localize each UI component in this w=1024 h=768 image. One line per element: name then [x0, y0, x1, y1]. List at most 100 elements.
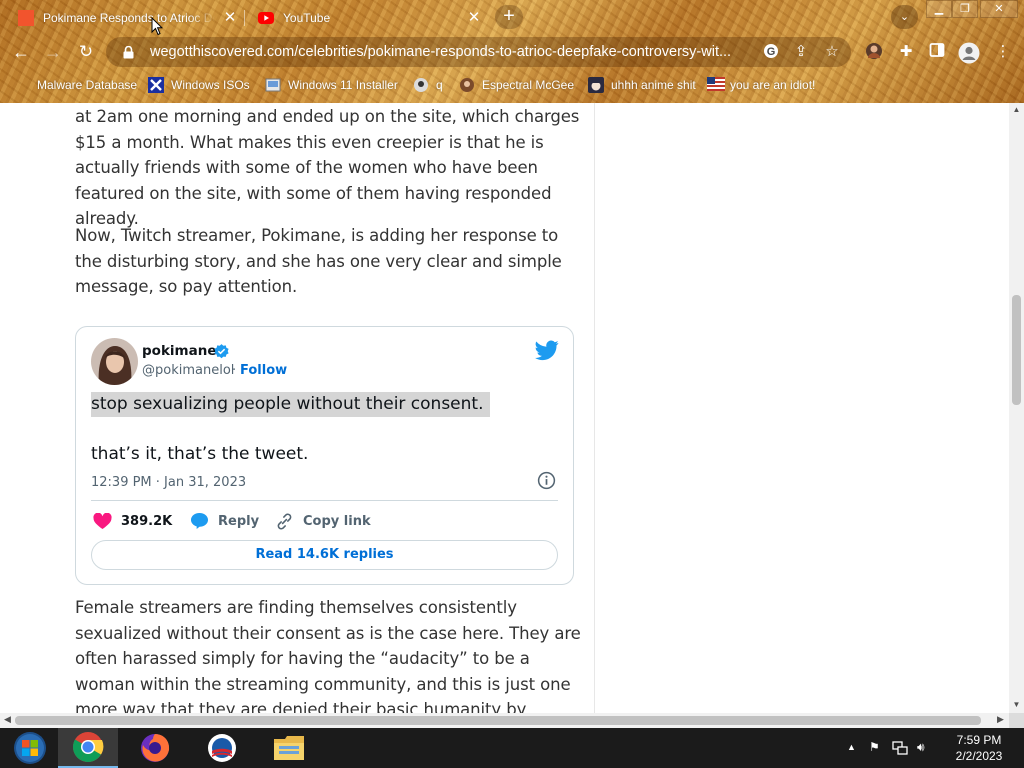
copy-link-label: Copy link: [303, 513, 371, 529]
bookmark-star-icon[interactable]: ☆: [823, 43, 841, 61]
volume-icon[interactable]: 🔊︎: [917, 740, 925, 755]
restore-button[interactable]: ❐: [952, 0, 978, 18]
x-logo-icon: [148, 77, 164, 93]
scroll-right-icon[interactable]: ▶: [997, 714, 1004, 725]
chrome-icon: [72, 732, 104, 763]
extension-avatar-icon[interactable]: [864, 42, 884, 62]
tab-pokimane-article[interactable]: Pokimane Responds to Atrioc Deepf ✕: [0, 4, 244, 32]
bookmark-item[interactable]: you are an idiot!: [707, 75, 815, 95]
bookmark-item[interactable]: Windows 11 Installer: [265, 75, 398, 95]
taskbar-file-explorer[interactable]: [259, 728, 319, 768]
flame-icon: [14, 77, 30, 93]
obama-logo-icon: [208, 734, 236, 762]
installer-icon: [265, 77, 281, 93]
bookmark-label: you are an idiot!: [730, 78, 816, 92]
info-icon[interactable]: [537, 471, 556, 490]
bookmark-item[interactable]: Espectral McGee: [459, 75, 574, 95]
reload-icon[interactable]: ↻: [73, 39, 99, 65]
scroll-down-icon[interactable]: ▼: [1012, 700, 1021, 709]
site-favicon-icon: [18, 10, 34, 26]
flag-icon: [707, 77, 725, 93]
column-divider: [594, 103, 595, 713]
article-paragraph: Now, Twitch streamer, Pokimane, is addin…: [75, 226, 562, 296]
vertical-scrollbar[interactable]: ▲ ▼: [1009, 103, 1024, 713]
tab-title: Pokimane Responds to Atrioc Deepf: [43, 11, 215, 25]
tweet-text-highlighted: stop sexualizing people without their co…: [91, 392, 490, 417]
bookmark-label: uhhh anime shit: [611, 78, 696, 92]
copy-link-button[interactable]: Copy link: [275, 510, 371, 532]
like-count: 389.2K: [121, 513, 173, 529]
tab-search-chevron-icon[interactable]: ⌄: [891, 5, 918, 29]
scroll-left-icon[interactable]: ◀: [4, 714, 11, 725]
tweet-text-line: stop sexualizing people without their co…: [91, 392, 490, 417]
taskbar: ▲ ⚑ 🔊︎ 7:59 PM 2/2/2023: [0, 728, 1024, 768]
google-lens-icon[interactable]: G: [762, 43, 780, 61]
taskbar-chrome[interactable]: [58, 728, 118, 768]
extensions-puzzle-icon[interactable]: ✚: [896, 42, 916, 62]
bookmark-label: q: [436, 78, 443, 92]
back-arrow-icon[interactable]: ←: [8, 39, 34, 65]
tweet-timestamp[interactable]: 12:39 PM · Jan 31, 2023: [91, 475, 246, 490]
system-clock[interactable]: 7:59 PM 2/2/2023: [944, 732, 1014, 764]
bookmark-label: Espectral McGee: [482, 78, 575, 92]
bookmark-label: Malware Database: [37, 78, 138, 92]
network-icon[interactable]: [892, 741, 909, 756]
tweet-author-name[interactable]: pokimane: [142, 343, 217, 359]
article-paragraph: at 2am one morning and ended up on the s…: [75, 107, 580, 228]
taskbar-firefox[interactable]: [125, 728, 185, 768]
clock-time: 7:59 PM: [956, 733, 1002, 747]
scrollbar-thumb[interactable]: [1012, 295, 1021, 405]
bookmark-item[interactable]: q: [413, 75, 443, 95]
share-icon[interactable]: ⇪: [792, 43, 810, 61]
address-bar[interactable]: G ⇪ ☆: [106, 37, 851, 67]
page-viewport: at 2am one morning and ended up on the s…: [0, 103, 1024, 713]
new-tab-button[interactable]: +: [495, 5, 523, 29]
tab-youtube[interactable]: YouTube ✕: [240, 4, 488, 32]
bookmark-label: Windows ISOs: [171, 78, 250, 92]
url-input[interactable]: [150, 44, 760, 60]
close-tab-icon[interactable]: ✕: [466, 10, 482, 26]
reply-bubble-icon: [190, 512, 209, 530]
start-orb-icon: [14, 732, 46, 764]
bookmark-item[interactable]: Windows ISOs: [148, 75, 250, 95]
bookmark-label: Windows 11 Installer: [288, 78, 398, 92]
scrollbar-thumb[interactable]: [15, 716, 981, 725]
profile-icon[interactable]: [958, 42, 980, 64]
article-paragraph: Female streamers are finding themselves …: [75, 598, 581, 713]
action-center-flag-icon[interactable]: ⚑: [869, 740, 880, 754]
horizontal-scrollbar[interactable]: ◀ ▶: [0, 713, 1009, 728]
reply-label: Reply: [218, 513, 260, 529]
youtube-icon: [258, 12, 274, 24]
twitter-bird-icon[interactable]: [535, 340, 559, 361]
tweet-actions: 389.2K Reply Copy link: [91, 510, 558, 532]
file-explorer-icon: [274, 736, 304, 760]
divider: [91, 500, 558, 501]
scrollbar-corner: [1009, 713, 1024, 728]
lock-icon[interactable]: [118, 42, 138, 62]
bookmark-item[interactable]: Malware Database: [14, 75, 137, 95]
close-tab-icon[interactable]: ✕: [222, 10, 238, 26]
toolbar: ← → ↻ G ⇪ ☆ ✚ ⋮: [0, 34, 1024, 70]
mouse-cursor-icon: [151, 17, 163, 36]
like-button[interactable]: 389.2K: [93, 510, 172, 532]
forward-arrow-icon[interactable]: →: [40, 39, 66, 65]
close-window-button[interactable]: ✕: [980, 0, 1018, 18]
tab-title: YouTube: [283, 11, 331, 25]
more-menu-icon[interactable]: ⋮: [993, 42, 1013, 62]
bookmark-item[interactable]: uhhh anime shit: [588, 75, 696, 95]
taskbar-obama-app[interactable]: [192, 728, 252, 768]
character-icon: [459, 77, 475, 93]
avatar[interactable]: [91, 338, 138, 385]
tweet-handle[interactable]: @pokimanelol: [142, 363, 234, 378]
scroll-up-icon[interactable]: ▲: [1012, 105, 1021, 114]
minimize-button[interactable]: ▁: [926, 0, 952, 18]
embedded-tweet: pokimane @pokimanelol · Follow stop sexu…: [75, 326, 574, 585]
start-button[interactable]: [0, 728, 60, 768]
follow-link[interactable]: Follow: [240, 363, 287, 378]
side-panel-icon[interactable]: [927, 42, 947, 62]
svg-text:G: G: [767, 46, 776, 58]
heart-icon: [93, 512, 112, 529]
read-replies-button[interactable]: Read 14.6K replies: [91, 540, 558, 570]
reply-button[interactable]: Reply: [190, 510, 259, 532]
show-hidden-icons-chevron-icon[interactable]: ▲: [847, 742, 856, 752]
